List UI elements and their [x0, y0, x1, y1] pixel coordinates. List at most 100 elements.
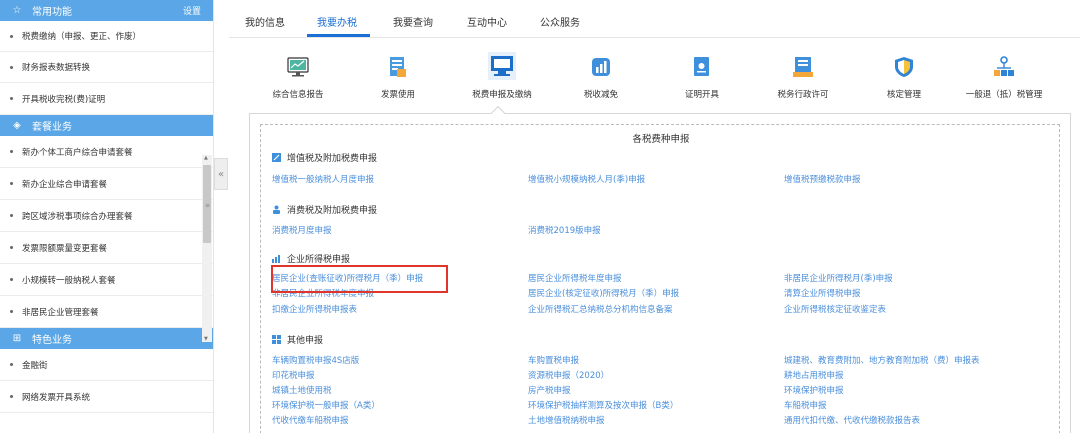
main-content: 我的信息 我要办税 我要查询 互动中心 公众服务 综合信息报告 发票使用 税费申…	[229, 0, 1080, 433]
declaration-link[interactable]: 城建税、教育费附加、地方教育附加税（费）申报表	[784, 354, 980, 366]
sidebar-item-label: 新办企业综合申请套餐	[22, 179, 108, 190]
bullet-icon	[10, 65, 13, 69]
category-title: 消费税及附加税费申报	[287, 206, 378, 216]
declaration-link[interactable]: 企业所得税汇总纳税总分机构信息备案	[528, 303, 673, 315]
tool-label[interactable]: 税务行政许可	[777, 88, 828, 100]
grip-icon: ≡	[205, 202, 211, 209]
bullet-icon	[10, 214, 13, 217]
sidebar-item[interactable]: 开具税收完税(费)证明	[0, 83, 213, 115]
sidebar-section-special[interactable]: ⊞ 特色业务	[0, 328, 213, 349]
cube-icon: ◈	[13, 120, 21, 131]
section-title: 特色业务	[32, 335, 72, 346]
sidebar-item-label: 非居民企业管理套餐	[22, 307, 99, 318]
star-icon: ☆	[12, 5, 22, 16]
sidebar-item[interactable]: 跨区域涉税事项综合办理套餐	[0, 200, 213, 232]
declaration-panel: 各税费种申报 增值税及附加税费申报 增值税一般纳税人月度申报 增值税小规模纳税人…	[249, 113, 1071, 433]
scroll-down-icon[interactable]: ▼	[204, 336, 208, 342]
declaration-link[interactable]: 居民企业(核定征收)所得税月（季）申报	[528, 287, 679, 299]
sidebar-item[interactable]: 财务报表数据转换	[0, 52, 213, 83]
declaration-link[interactable]: 车辆购置税申报4S店版	[272, 354, 359, 366]
sidebar-item-label: 跨区域涉税事项综合办理套餐	[22, 211, 133, 222]
settings-link[interactable]: 设置	[183, 4, 201, 17]
declaration-link[interactable]: 消费税月度申报	[272, 224, 332, 236]
declaration-link[interactable]: 清算企业所得税申报	[784, 287, 861, 299]
declaration-link[interactable]: 环境保护税抽样测算及按次申报（B类）	[528, 399, 678, 411]
invoice-doc-icon[interactable]	[386, 55, 410, 79]
sidebar-item-label: 财务报表数据转换	[22, 63, 91, 73]
sidebar-item[interactable]: 小规模转一般纳税人套餐	[0, 264, 213, 296]
certificate-icon[interactable]	[690, 55, 714, 79]
sidebar-item-label: 网络发票开具系统	[22, 392, 91, 403]
tool-label[interactable]: 税费申报及缴纳	[472, 88, 532, 100]
sidebar: ☆ 常用功能 设置 税费缴纳（申报、更正、作废） 财务报表数据转换 开具税收完税…	[0, 0, 214, 433]
shield-icon[interactable]	[892, 55, 916, 79]
declaration-link[interactable]: 增值税小规模纳税人月(季)申报	[528, 173, 645, 185]
category-corporate-income: 企业所得税申报	[272, 252, 350, 265]
sidebar-item[interactable]: 新办个体工商户综合申请套餐	[0, 136, 213, 168]
highlight-box	[271, 265, 448, 293]
tool-label[interactable]: 一般退（抵）税管理	[966, 88, 1043, 100]
tool-label[interactable]: 证明开具	[685, 88, 719, 100]
declaration-link[interactable]: 非居民企业所得税月(季)申报	[784, 272, 893, 284]
sidebar-item-label: 金融街	[22, 360, 48, 371]
tool-label[interactable]: 税收减免	[584, 88, 618, 100]
declaration-link[interactable]: 土地增值税纳税申报	[528, 414, 605, 426]
declaration-link[interactable]: 环境保护税申报	[784, 384, 844, 396]
declaration-link[interactable]: 环境保护税一般申报（A类）	[272, 399, 380, 411]
declaration-panel-inner: 各税费种申报 增值税及附加税费申报 增值税一般纳税人月度申报 增值税小规模纳税人…	[260, 124, 1060, 433]
bullet-icon	[10, 395, 13, 398]
category-title: 企业所得税申报	[287, 255, 351, 265]
sidebar-item[interactable]: 网络发票开具系统	[0, 381, 213, 413]
sidebar-item[interactable]: 新办企业综合申请套餐	[0, 168, 213, 200]
tab-public-service[interactable]: 公众服务	[540, 14, 580, 29]
section-title: 常用功能	[32, 7, 72, 18]
collapse-sidebar-button[interactable]: «	[214, 158, 228, 190]
monitor-chart-icon[interactable]	[286, 55, 310, 79]
scroll-up-icon[interactable]: ▲	[204, 155, 208, 161]
tool-label[interactable]: 综合信息报告	[272, 88, 323, 100]
tab-query[interactable]: 我要查询	[393, 14, 433, 29]
grid-icon	[272, 335, 281, 344]
declaration-link[interactable]: 代收代缴车船税申报	[272, 414, 349, 426]
declaration-link[interactable]: 车船税申报	[784, 399, 827, 411]
declaration-link[interactable]: 增值税预缴税款申报	[784, 173, 861, 185]
bar-chart-icon	[272, 254, 281, 263]
user-icon	[272, 205, 281, 214]
bullet-icon	[10, 363, 13, 366]
sidebar-item-label: 税费缴纳（申报、更正、作废）	[22, 32, 142, 42]
declaration-link[interactable]: 房产税申报	[528, 384, 571, 396]
declaration-link[interactable]: 消费税2019版申报	[528, 224, 601, 236]
sidebar-scrollbar[interactable]: ▲ ≡ ▼	[202, 155, 212, 342]
bullet-icon	[10, 182, 13, 185]
tab-my-info[interactable]: 我的信息	[245, 14, 285, 29]
sidebar-item[interactable]: 非居民企业管理套餐	[0, 296, 213, 328]
sidebar-section-common[interactable]: ☆ 常用功能 设置	[0, 0, 213, 21]
sidebar-item[interactable]: 发票限额票量变更套餐	[0, 232, 213, 264]
declaration-link[interactable]: 通用代扣代缴、代收代缴税款报告表	[784, 414, 920, 426]
declaration-link[interactable]: 车购置税申报	[528, 354, 579, 366]
declaration-link[interactable]: 印花税申报	[272, 369, 315, 381]
declaration-link[interactable]: 耕地占用税申报	[784, 369, 844, 381]
license-icon[interactable]	[791, 55, 815, 79]
sidebar-section-package[interactable]: ◈ 套餐业务	[0, 115, 213, 136]
declaration-link[interactable]: 扣缴企业所得税申报表	[272, 303, 357, 315]
sidebar-item[interactable]: 税费缴纳（申报、更正、作废）	[0, 21, 213, 52]
active-tab-indicator	[307, 34, 370, 37]
category-title: 增值税及附加税费申报	[287, 154, 378, 164]
tool-label[interactable]: 核定管理	[887, 88, 921, 100]
declaration-link[interactable]: 增值税一般纳税人月度申报	[272, 173, 374, 185]
declaration-link[interactable]: 城镇土地使用税	[272, 384, 332, 396]
sidebar-item-label: 发票限额票量变更套餐	[22, 243, 108, 254]
org-chart-icon[interactable]	[992, 55, 1016, 79]
sidebar-item[interactable]: 金融街	[0, 349, 213, 381]
tool-label[interactable]: 发票使用	[381, 88, 415, 100]
bar-chart-icon[interactable]	[589, 55, 613, 79]
screen-icon[interactable]	[487, 51, 517, 81]
tab-tax-handling[interactable]: 我要办税	[317, 14, 357, 29]
category-vat: 增值税及附加税费申报	[272, 151, 377, 164]
declaration-link[interactable]: 资源税申报（2020）	[528, 369, 609, 381]
sidebar-item-label: 新办个体工商户综合申请套餐	[22, 147, 133, 158]
declaration-link[interactable]: 企业所得税核定征收鉴定表	[784, 303, 886, 315]
declaration-link[interactable]: 居民企业所得税年度申报	[528, 272, 622, 284]
tab-interaction[interactable]: 互动中心	[467, 14, 507, 29]
